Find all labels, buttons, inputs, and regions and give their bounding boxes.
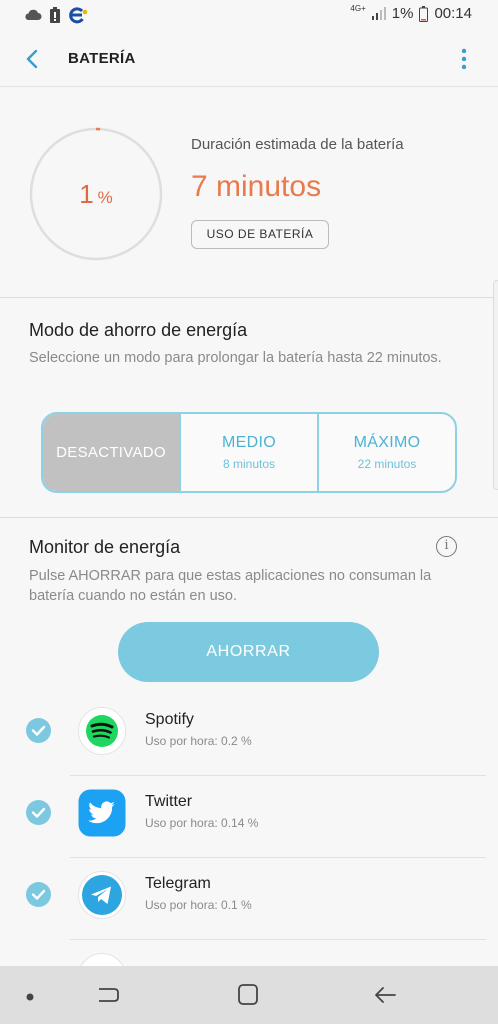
signal-icon	[371, 7, 386, 20]
mode-duration: 22 minutos	[357, 457, 417, 471]
section-divider	[0, 517, 498, 518]
battery-icon	[419, 5, 429, 22]
app-bar-divider	[0, 86, 498, 87]
dot-icon	[26, 993, 34, 1001]
battery-percentage-value: 1	[79, 179, 94, 209]
page-title: BATERÍA	[68, 50, 136, 67]
power-monitor-description: Pulse AHORRAR para que estas aplicacione…	[29, 568, 432, 604]
more-options-button[interactable]	[460, 46, 468, 74]
battery-usage-button[interactable]: USO DE BATERÍA	[191, 220, 329, 249]
mode-name: MÁXIMO	[353, 434, 421, 451]
estimated-duration-value: 7 minutos	[191, 170, 322, 203]
power-mode-selector: DESACTIVADO MEDIO 8 minutos MÁXIMO 22 mi…	[41, 412, 457, 493]
status-bar: 4G+ 1% 00:14	[0, 0, 498, 30]
app-row-spotify[interactable]: Spotify Uso por hora: 0.2 %	[0, 694, 498, 776]
app-row-twitter[interactable]: Twitter Uso por hora: 0.14 %	[0, 776, 498, 858]
telegram-icon	[77, 870, 127, 920]
app-row-telegram[interactable]: Telegram Uso por hora: 0.1 %	[0, 858, 498, 940]
back-arrow-icon	[26, 49, 38, 69]
home-button[interactable]	[233, 980, 263, 1010]
network-type: 4G+	[350, 3, 366, 13]
battery-ring: 1%	[26, 124, 166, 264]
clock: 00:14	[434, 5, 472, 22]
checkmark-icon	[31, 889, 46, 900]
mode-name: DESACTIVADO	[56, 444, 166, 461]
checkmark-icon	[31, 725, 46, 736]
edge-panel-handle[interactable]	[493, 280, 498, 490]
power-monitor-title: Monitor de energía	[29, 537, 181, 557]
mode-off[interactable]: DESACTIVADO	[43, 414, 179, 491]
app-checkbox[interactable]	[26, 718, 51, 743]
app-checkbox[interactable]	[26, 800, 51, 825]
mode-name: MEDIO	[222, 434, 276, 451]
power-saving-description: Seleccione un modo para prolongar la bat…	[29, 350, 442, 366]
section-divider	[0, 297, 498, 298]
cloud-icon	[25, 9, 42, 20]
more-vert-icon	[461, 48, 467, 70]
twitter-icon	[77, 788, 127, 838]
battery-percentage-unit: %	[97, 188, 113, 207]
app-name: Twitter	[145, 793, 193, 810]
mode-medium[interactable]: MEDIO 8 minutos	[179, 414, 317, 491]
app-usage: Uso por hora: 0.14 %	[145, 816, 259, 830]
app-name: Spotify	[145, 711, 194, 728]
battery-percentage: 1%	[26, 179, 166, 210]
info-icon[interactable]: i	[436, 536, 457, 557]
power-saving-title: Modo de ahorro de energía	[29, 320, 248, 340]
app-notification-icon	[69, 7, 88, 24]
app-bar: BATERÍA	[0, 30, 498, 88]
battery-percent: 1%	[391, 5, 414, 22]
back-nav-icon	[375, 987, 396, 1003]
home-icon	[238, 984, 258, 1005]
mode-duration: 8 minutos	[222, 457, 276, 471]
recents-icon	[99, 988, 119, 1002]
app-usage: Uso por hora: 0.1 %	[145, 898, 252, 912]
mode-maximum[interactable]: MÁXIMO 22 minutos	[317, 414, 455, 491]
navigation-bar	[0, 966, 498, 1024]
checkmark-icon	[31, 807, 46, 818]
save-power-button[interactable]: AHORRAR	[118, 622, 379, 682]
battery-alert-icon	[50, 7, 60, 23]
recent-apps-button[interactable]	[94, 980, 124, 1010]
app-usage: Uso por hora: 0.2 %	[145, 734, 252, 748]
app-name: Telegram	[145, 875, 211, 892]
spotify-icon	[77, 706, 127, 756]
back-nav-button[interactable]	[371, 980, 401, 1010]
back-button[interactable]	[20, 44, 48, 74]
estimated-duration-label: Duración estimada de la batería	[191, 136, 404, 153]
status-right: 4G+ 1% 00:14	[350, 3, 472, 22]
nav-dot-button[interactable]	[24, 990, 36, 1002]
app-checkbox[interactable]	[26, 882, 51, 907]
status-left-icons	[24, 6, 88, 24]
